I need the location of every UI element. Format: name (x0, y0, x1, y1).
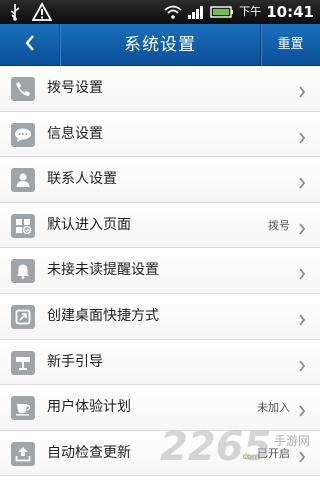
settings-item-label: 新手引导 (47, 353, 103, 370)
chevron-right-icon (298, 265, 306, 284)
settings-item-label: 默认进入页面 (47, 216, 131, 233)
title-bar: 系统设置 重置 (0, 24, 320, 66)
default-page-icon (11, 213, 35, 238)
settings-list: 拨号设置 信息设置 联系人设置 默认进入页面 拨号 未接未读提醒设置 创建桌面快… (0, 66, 320, 480)
settings-item-missed-reminder[interactable]: 未接未读提醒设置 (0, 248, 320, 294)
usb-icon (8, 2, 22, 22)
chevron-right-icon (298, 357, 306, 376)
settings-item-auto-update[interactable]: 自动检查更新 已开启 (0, 430, 320, 477)
settings-item-label: 自动检查更新 (47, 444, 131, 461)
bell-icon (11, 259, 35, 284)
settings-item-experience[interactable]: 用户体验计划 未加入 (0, 385, 320, 431)
warning-icon (32, 2, 52, 22)
guide-icon (11, 350, 35, 375)
chevron-right-icon (298, 83, 306, 102)
settings-item-label: 用户体验计划 (47, 399, 131, 416)
back-button[interactable] (0, 24, 60, 66)
clock: 10:41 (266, 3, 314, 21)
phone-icon (11, 77, 35, 101)
settings-item-default-page[interactable]: 默认进入页面 拨号 (0, 202, 320, 249)
upload-icon (11, 441, 35, 466)
chevron-left-icon (24, 34, 36, 56)
chevron-right-icon (298, 220, 306, 239)
settings-item-label: 拨号设置 (47, 80, 103, 96)
page-title: 系统设置 (124, 35, 196, 55)
settings-item-shortcut[interactable]: 创建桌面快捷方式 (0, 293, 320, 340)
settings-item-value: 未加入 (257, 401, 290, 415)
chevron-right-icon (298, 311, 306, 330)
battery-icon (210, 5, 234, 19)
message-icon (11, 122, 35, 147)
cup-icon (11, 396, 35, 421)
settings-item-value: 拨号 (268, 218, 290, 232)
settings-item-label: 信息设置 (47, 125, 103, 142)
settings-item-guide[interactable]: 新手引导 (0, 339, 320, 386)
signal-icon (187, 4, 205, 20)
status-bar: 下午 10:41 (0, 0, 320, 24)
settings-item-label: 联系人设置 (47, 171, 117, 188)
chevron-right-icon (298, 129, 306, 148)
wifi-icon (164, 4, 182, 20)
shortcut-icon (11, 304, 35, 329)
settings-item-label: 未接未读提醒设置 (47, 262, 159, 279)
reset-button[interactable]: 重置 (260, 24, 320, 66)
time-period: 下午 (239, 5, 262, 18)
settings-item-dial[interactable]: 拨号设置 (0, 66, 320, 112)
chevron-right-icon (298, 402, 306, 421)
settings-item-contacts[interactable]: 联系人设置 (0, 157, 320, 203)
settings-item-label: 创建桌面快捷方式 (47, 307, 159, 324)
settings-item-message[interactable]: 信息设置 (0, 111, 320, 158)
contact-icon (11, 168, 35, 193)
chevron-right-icon (298, 448, 306, 467)
chevron-right-icon (298, 174, 306, 193)
settings-item-value: 已开启 (257, 446, 290, 460)
